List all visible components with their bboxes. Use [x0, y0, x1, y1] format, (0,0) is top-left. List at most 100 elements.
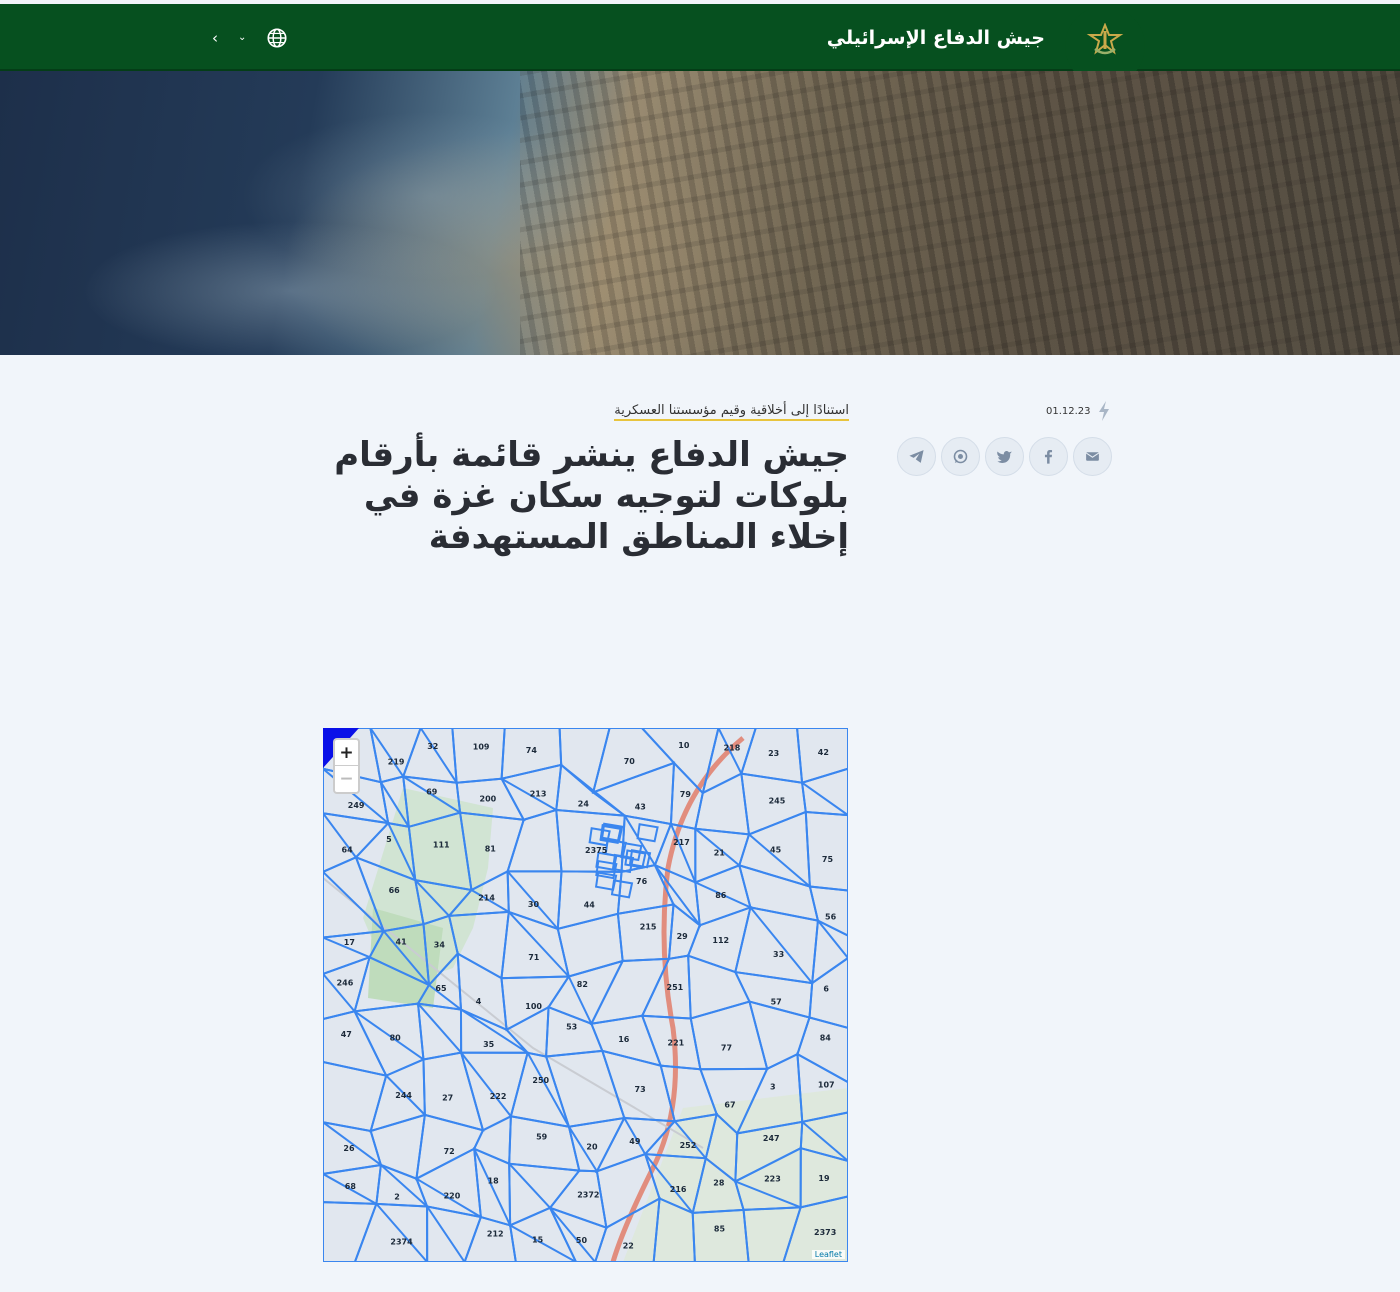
map-block-label: 217 — [673, 838, 690, 847]
map-block-label: 2375 — [585, 846, 608, 855]
lightning-icon — [1098, 401, 1109, 421]
map-block-label: 252 — [680, 1141, 697, 1150]
map-block-label: 45 — [770, 846, 782, 855]
share-buttons — [897, 437, 1112, 476]
map-block-label: 30 — [528, 900, 540, 909]
map-block-label: 34 — [434, 941, 446, 950]
map-block-label: 246 — [337, 978, 354, 987]
map-block-label: 213 — [530, 789, 547, 798]
map-block-label: 111 — [433, 840, 450, 849]
map-block-label: 86 — [715, 891, 727, 900]
map-block-label: 35 — [483, 1040, 495, 1049]
brand-name: جيش الدفاع الإسرائيلي — [826, 26, 1045, 49]
top-navigation-bar: جيش الدفاع الإسرائيلي ‹ ⌄ — [0, 4, 1400, 86]
map-block-label: 223 — [764, 1175, 781, 1184]
map-block-label: 16 — [618, 1035, 630, 1044]
article-category-link[interactable]: استنادًا إلى أخلاقية وقيم مؤسستنا العسكر… — [614, 403, 849, 421]
twitter-icon — [997, 451, 1012, 463]
map-block-label: 10 — [678, 741, 690, 750]
map-block-label: 220 — [444, 1192, 461, 1201]
zoom-in-button[interactable]: + — [335, 740, 358, 766]
map-block-label: 44 — [584, 901, 596, 910]
map-block-label: 17 — [344, 938, 355, 947]
map-block-label: 215 — [640, 923, 657, 932]
map-block-label: 56 — [825, 912, 837, 921]
map-block-label: 21 — [714, 849, 726, 858]
map-block-label: 73 — [635, 1085, 646, 1094]
share-email-button[interactable] — [1073, 437, 1112, 476]
map-block-label: 23 — [768, 749, 779, 758]
map-zoom-control: + − — [333, 738, 360, 794]
chevron-left-icon[interactable]: ‹ — [212, 29, 218, 47]
globe-icon[interactable] — [266, 27, 288, 49]
map-block-label: 247 — [763, 1134, 780, 1143]
map-block-label: 18 — [488, 1177, 500, 1186]
zoom-out-button[interactable]: − — [335, 766, 358, 792]
idf-emblem-icon — [1086, 22, 1124, 55]
map-block-label: 2374 — [390, 1238, 413, 1247]
map-block-label: 69 — [426, 788, 438, 797]
map-tiles: 1094243111454441 112100472212221074922022… — [323, 728, 848, 1262]
map-block-label: 71 — [528, 953, 540, 962]
hero-aerial-image — [0, 71, 1400, 355]
map-block-label: 43 — [635, 803, 646, 812]
chevron-down-icon[interactable]: ⌄ — [238, 32, 246, 43]
map-block-label: 22 — [623, 1242, 634, 1251]
map-block-label: 72 — [444, 1147, 455, 1156]
map-block-label: 214 — [478, 893, 495, 902]
map-block-label: 84 — [820, 1033, 832, 1042]
map-block-label: 2 — [394, 1193, 400, 1202]
share-facebook-button[interactable] — [1029, 437, 1068, 476]
map-block-label: 19 — [818, 1174, 830, 1183]
map-block-label: 26 — [343, 1144, 355, 1153]
article-meta: 01.12.23 — [1046, 401, 1111, 421]
map-block-label: 27 — [442, 1093, 453, 1102]
map-block-label: 33 — [773, 950, 784, 959]
share-telegram-button[interactable] — [897, 437, 936, 476]
map-block-label: 3 — [770, 1083, 776, 1092]
map-block-label: 216 — [670, 1185, 687, 1194]
map-block-label: 67 — [724, 1100, 735, 1109]
map-block-label: 81 — [485, 845, 497, 854]
article-date: 01.12.23 — [1046, 405, 1091, 417]
share-twitter-button[interactable] — [985, 437, 1024, 476]
map-block-label: 112 — [712, 936, 729, 945]
map-block-label: 68 — [345, 1182, 357, 1191]
telegram-icon — [909, 450, 924, 463]
map-block-label: 15 — [532, 1235, 544, 1244]
facebook-icon — [1044, 449, 1053, 464]
map-block-label: 49 — [629, 1137, 641, 1146]
map-block-label: 28 — [713, 1179, 725, 1188]
map-block-label: 57 — [771, 998, 782, 1007]
map-block-label: 251 — [667, 983, 684, 992]
map-block-label: 85 — [714, 1225, 726, 1234]
map-attribution[interactable]: Leaflet — [811, 1250, 845, 1259]
map-block-label: 32 — [427, 742, 438, 751]
map-block-label: 250 — [532, 1076, 549, 1085]
map-block-label: 66 — [389, 886, 401, 895]
email-icon — [1085, 452, 1100, 461]
map-block-label: 75 — [822, 855, 834, 864]
map-block-label: 79 — [680, 790, 692, 799]
map-block-label: 222 — [490, 1092, 507, 1101]
map-block-label: 29 — [677, 932, 689, 941]
map-block-label: 64 — [342, 845, 354, 854]
map-block-label: 4 — [476, 997, 482, 1006]
share-whatsapp-button[interactable] — [941, 437, 980, 476]
map-block-label: 212 — [487, 1230, 504, 1239]
map-block-label: 42 — [818, 748, 829, 757]
map-block-label: 100 — [525, 1002, 542, 1011]
map-block-label: 2373 — [814, 1228, 836, 1237]
map-block-label: 50 — [576, 1236, 588, 1245]
map-block-label: 76 — [636, 877, 648, 886]
map-block-label: 2372 — [577, 1190, 599, 1199]
map-block-label: 221 — [668, 1038, 685, 1047]
evacuation-blocks-map[interactable]: + − 109 42 43 111 45 44 41 112 100 47 221 222 107 49 2… — [323, 728, 848, 1262]
brand[interactable]: جيش الدفاع الإسرائيلي — [826, 4, 1145, 86]
article-title: جيش الدفاع ينشر قائمة بأرقام بلوكات لتوج… — [334, 435, 849, 557]
map-block-label: 245 — [769, 797, 786, 806]
map-block-label: 59 — [536, 1132, 548, 1141]
header-utilities: ‹ ⌄ — [212, 4, 288, 71]
map-block-label: 65 — [435, 984, 447, 993]
map-block-label: 218 — [724, 744, 741, 753]
